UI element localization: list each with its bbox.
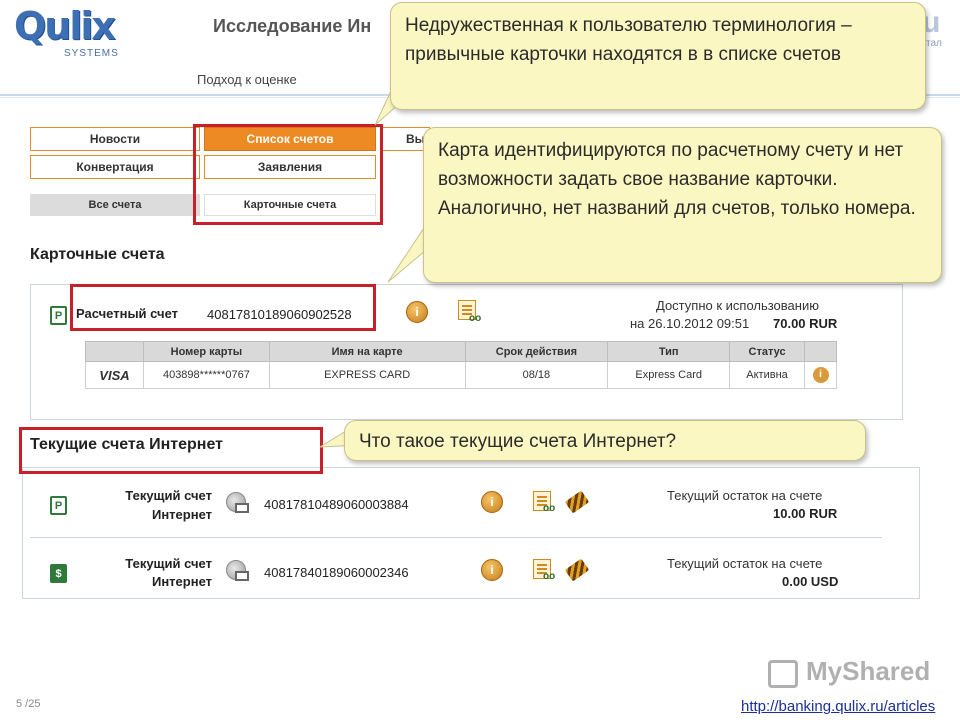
callout-internet-accounts: Что такое текущие счета Интернет? [344,420,866,461]
balance-label: Текущий остаток на счете [667,556,823,571]
info-icon[interactable]: i [481,559,503,581]
internet-account-label-line2: Интернет [151,507,212,522]
slide-subtitle: Подход к оценке [197,72,297,87]
tab-conversion[interactable]: Конвертация [30,155,200,179]
card-info-cell[interactable]: i [804,361,837,389]
ruble-account-icon: Р [50,306,67,325]
table-header-card-number: Номер карты [142,341,270,362]
card-expiry: 08/18 [464,361,609,389]
available-date: на 26.10.2012 09:51 [630,316,750,331]
available-amount: 70.00 RUR [773,316,838,331]
internet-account-label-line1: Текущий счет [125,556,212,571]
table-header-type: Тип [607,341,731,362]
balance-amount: 0.00 USD [782,574,839,589]
info-icon[interactable]: i [812,367,829,383]
watermark-text: MyShared [806,656,931,686]
card-name: EXPRESS CARD [268,361,466,389]
dollar-account-icon: $ [50,564,67,583]
glasses-icon: oo [543,571,556,582]
card-type: Express Card [607,361,731,389]
internet-account-number[interactable]: 40817840189060002346 [264,565,409,580]
glasses-icon: oo [543,503,556,514]
watermark-icon [768,660,798,688]
tab-news[interactable]: Новости [30,127,200,151]
card-status: Активна [729,361,805,389]
internet-account-number[interactable]: 40817810489060003884 [264,497,409,512]
glasses-icon: oo [469,313,482,324]
table-row[interactable]: VISA 403898******0767 EXPRESS CARD 08/18… [85,361,837,389]
info-icon[interactable]: i [406,301,428,323]
cards-table: Номер карты Имя на карте Срок действия Т… [85,341,837,389]
logo-text: Qulix [14,4,116,48]
highlight-internet-accounts [19,427,323,474]
available-label: Доступно к использованию [656,298,819,313]
monitor-icon [235,571,249,581]
subtab-all-accounts[interactable]: Все счета [30,194,200,216]
ruble-account-icon: Р [50,496,67,515]
monitor-icon [235,503,249,513]
card-brand: VISA [85,361,144,389]
table-header-card-name: Имя на карте [268,341,466,362]
page-number: 5 /25 [16,698,41,710]
table-header-brand [85,341,144,362]
info-icon[interactable]: i [481,491,503,513]
row-divider [30,537,882,538]
callout-terminology: Недружественная к пользователю терминоло… [390,2,926,110]
qulix-logo: Qulix SYSTEMS [14,4,118,60]
card-number: 403898******0767 [142,361,270,389]
callout-card-identification: Карта идентифицируются по расчетному сче… [423,127,942,283]
logo-subtext: SYSTEMS [64,48,119,59]
right-logo-subtext: тал [926,38,942,49]
articles-link[interactable]: http://banking.qulix.ru/articles [741,698,935,715]
table-header-expiry: Срок действия [464,341,609,362]
highlight-accounts-list [193,124,383,225]
highlight-settlement-account [70,284,376,331]
internet-account-label-line2: Интернет [151,574,212,589]
table-header-actions [804,341,837,362]
slide-title: Исследование Ин [213,16,372,36]
table-header-status: Статус [729,341,805,362]
balance-label: Текущий остаток на счете [667,488,823,503]
card-accounts-title: Карточные счета [30,246,165,263]
balance-amount: 10.00 RUR [773,506,838,521]
internet-account-label-line1: Текущий счет [125,488,212,503]
